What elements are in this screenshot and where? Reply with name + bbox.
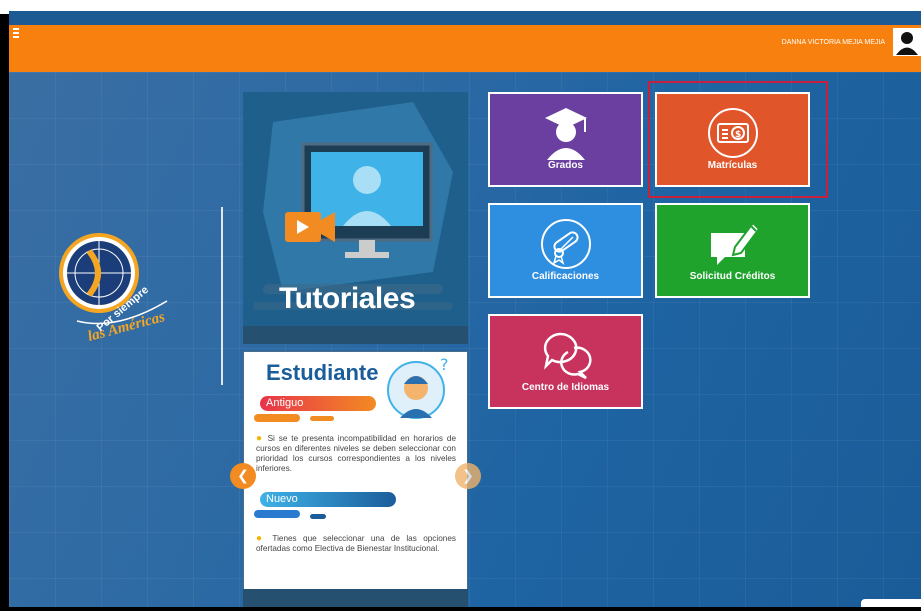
menu-icon[interactable] — [13, 28, 19, 42]
lightbulb-icon: ● — [256, 533, 267, 544]
chat-bubbles-icon — [543, 332, 592, 380]
tutorials-banner[interactable]: Tutoriales — [243, 92, 468, 344]
tile-centro-de-idiomas[interactable]: Centro de Idiomas — [488, 314, 643, 409]
svg-text:?: ? — [440, 356, 449, 374]
decor-bar — [254, 414, 300, 422]
vertical-divider — [221, 207, 223, 385]
matriculas-highlight-box — [648, 81, 828, 198]
decor-bar — [254, 510, 300, 518]
tile-centro-de-idiomas-label: Centro de Idiomas — [521, 382, 610, 393]
tile-calificaciones-label: Calificaciones — [531, 271, 600, 282]
top-bar — [9, 25, 921, 72]
student-card-footer-bar — [243, 589, 468, 607]
student-card-title: Estudiante — [266, 360, 379, 385]
university-logo: Por siempre las Américas — [47, 221, 197, 371]
nuevo-paragraph: Tienes que seleccionar una de las opcion… — [256, 534, 456, 553]
carousel-next-button[interactable]: ❯ — [455, 463, 481, 489]
carousel-prev-button[interactable]: ❮ — [230, 463, 256, 489]
app-frame: DANNA VICTORIA MEJIA MEJIA Por siempre l… — [9, 11, 921, 607]
tutorials-title: Tutoriales — [279, 282, 416, 315]
edit-message-icon — [710, 221, 760, 265]
student-info-card: Estudiante ? Antiguo ● Si se te presenta… — [243, 351, 468, 601]
antiguo-paragraph: Si se te presenta incompatibilidad en ho… — [256, 434, 456, 473]
nuevo-text: ● Tienes que seleccionar una de las opci… — [256, 534, 456, 554]
antiguo-label: Antiguo — [260, 396, 376, 411]
student-avatar-icon: ? — [387, 356, 449, 419]
diploma-icon — [540, 219, 591, 269]
nuevo-label: Nuevo — [260, 492, 396, 507]
scroll-indicator — [861, 599, 921, 607]
user-name[interactable]: DANNA VICTORIA MEJIA MEJIA — [782, 39, 885, 46]
tile-grados-label: Grados — [547, 160, 583, 171]
lightbulb-icon: ● — [256, 433, 264, 444]
antiguo-text: ● Si se te presenta incompatibilidad en … — [256, 434, 456, 474]
tile-calificaciones[interactable]: Calificaciones — [488, 203, 643, 298]
tutorials-footer-bar — [243, 326, 468, 344]
tile-solicitud-creditos[interactable]: Solicitud Créditos — [655, 203, 810, 298]
decor-bar — [310, 514, 326, 519]
tile-grados[interactable]: Grados — [488, 92, 643, 187]
decor-bar — [310, 416, 334, 421]
tile-solicitud-creditos-label: Solicitud Créditos — [689, 271, 776, 282]
graduate-icon — [544, 108, 587, 160]
user-avatar-icon[interactable] — [893, 28, 921, 56]
